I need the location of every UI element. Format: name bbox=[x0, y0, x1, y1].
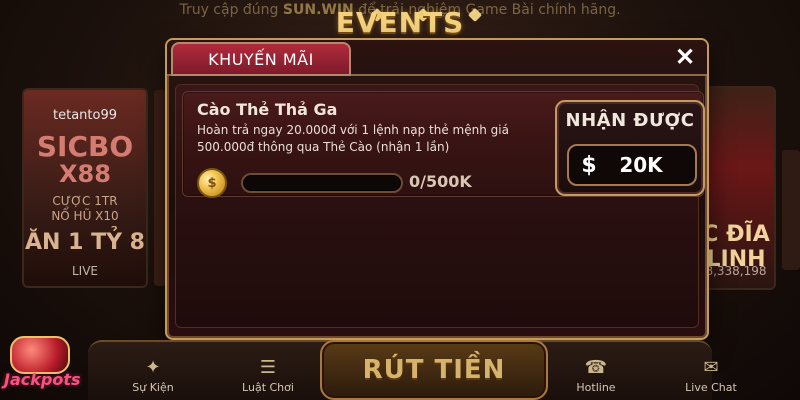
background-card-sliver-right bbox=[782, 150, 800, 270]
phone-icon: ☎ bbox=[584, 356, 608, 378]
modal-content: Cào Thẻ Thả Ga Hoàn trả ngay 20.000đ với… bbox=[175, 84, 705, 328]
nav-su-kien[interactable]: ✦ Sự Kiện bbox=[108, 348, 198, 395]
nav-luat-choi[interactable]: ☰ Luật Chơi bbox=[223, 348, 313, 395]
event-icon: ✦ bbox=[145, 356, 161, 378]
left-card-headline: ĂN 1 TỶ 8 bbox=[25, 230, 145, 255]
left-card-promo-lines: CƯỢC 1TR NỔ HŨ X10 bbox=[24, 194, 146, 224]
nav-live-chat[interactable]: ✉ Live Chat bbox=[666, 348, 756, 395]
jackpots-label: Jackpots bbox=[4, 370, 81, 389]
events-title: EVENTS bbox=[335, 6, 465, 39]
withdraw-button[interactable]: RÚT TIỀN bbox=[320, 340, 548, 400]
background-game-card-left: tetanto99 SICBO X88 CƯỢC 1TR NỔ HŨ X10 Ă… bbox=[22, 88, 148, 288]
promo-title: Cào Thẻ Thả Ga bbox=[197, 100, 338, 119]
reward-amount: 20K bbox=[619, 153, 663, 177]
nav-luat-choi-label: Luật Chơi bbox=[242, 381, 294, 394]
promotion-modal: KHUYẾN MÃI ✕ Cào Thẻ Thả Ga Hoàn trả nga… bbox=[165, 38, 709, 340]
left-card-promo-line-2: NỔ HŨ X10 bbox=[51, 209, 119, 223]
left-card-status: LIVE bbox=[71, 264, 98, 278]
progress-text: 0/500K bbox=[409, 172, 472, 191]
rules-icon: ☰ bbox=[259, 356, 277, 378]
nav-live-chat-label: Live Chat bbox=[685, 381, 737, 394]
progress-bar bbox=[241, 173, 403, 193]
nav-hotline-label: Hotline bbox=[576, 381, 616, 394]
tab-khuyen-mai[interactable]: KHUYẾN MÃI bbox=[171, 42, 351, 76]
withdraw-label: RÚT TIỀN bbox=[362, 355, 506, 385]
left-card-game-1: SICBO bbox=[36, 130, 134, 163]
modal-header: KHUYẾN MÃI ✕ bbox=[167, 40, 707, 76]
nav-su-kien-label: Sự Kiện bbox=[132, 381, 174, 394]
left-card-promo-line-1: CƯỢC 1TR bbox=[52, 194, 118, 208]
promo-description: Hoàn trả ngay 20.000đ với 1 lệnh nạp thẻ… bbox=[197, 123, 509, 154]
jackpot-icon bbox=[10, 336, 70, 374]
reward-title: NHẬN ĐƯỢC bbox=[565, 110, 695, 131]
jackpots-badge[interactable]: Jackpots bbox=[0, 318, 86, 390]
close-button[interactable]: ✕ bbox=[669, 42, 701, 72]
reward-panel: NHẬN ĐƯỢC $ 20K bbox=[555, 100, 705, 196]
chat-icon: ✉ bbox=[703, 356, 719, 378]
coin-icon: $ bbox=[197, 168, 227, 198]
reward-amount-box: $ 20K bbox=[567, 144, 697, 186]
left-card-brand: tetanto99 bbox=[53, 108, 117, 123]
left-card-game-2: X88 bbox=[59, 160, 111, 188]
right-card-number: 8,338,198 bbox=[705, 264, 767, 278]
promo-item: Cào Thẻ Thả Ga Hoàn trả ngay 20.000đ với… bbox=[182, 91, 705, 198]
nav-hotline[interactable]: ☎ Hotline bbox=[551, 348, 641, 395]
close-icon: ✕ bbox=[674, 43, 696, 71]
dollar-icon: $ bbox=[581, 152, 597, 178]
